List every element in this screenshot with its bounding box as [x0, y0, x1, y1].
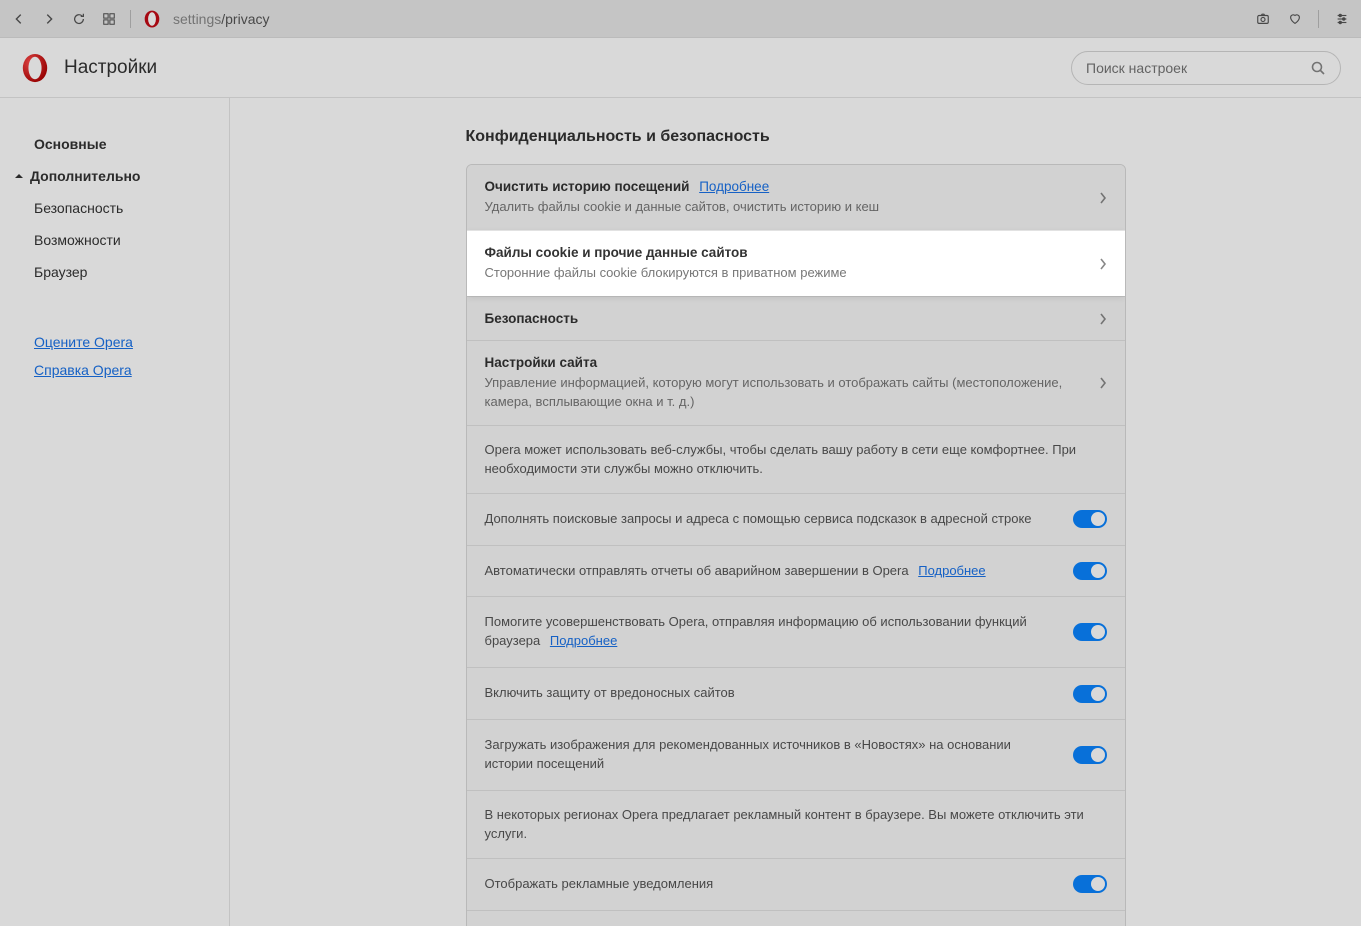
row-security[interactable]: Безопасность: [467, 296, 1125, 340]
row-cookies-title: Файлы cookie и прочие данные сайтов: [485, 245, 1087, 260]
search-icon: [1310, 60, 1326, 76]
link-crash-more[interactable]: Подробнее: [918, 563, 985, 578]
toggle-crash-reports[interactable]: [1073, 562, 1107, 580]
row-autocomplete: Дополнять поисковые запросы и адреса с п…: [467, 493, 1125, 545]
forward-button[interactable]: [40, 10, 58, 28]
heart-icon[interactable]: [1286, 10, 1304, 28]
row-clear-history[interactable]: Очистить историю посещений Подробнее Уда…: [467, 165, 1125, 230]
row-cookies[interactable]: Файлы cookie и прочие данные сайтов Стор…: [467, 230, 1125, 296]
privacy-card-group: Очистить историю посещений Подробнее Уда…: [466, 164, 1126, 926]
sidebar-help-link[interactable]: Справка Opera: [30, 356, 132, 384]
row-crash-reports: Автоматически отправлять отчеты об авари…: [467, 545, 1125, 597]
toggle-ad-notifications[interactable]: [1073, 875, 1107, 893]
row-news-images: Загружать изображения для рекомендованны…: [467, 719, 1125, 790]
reload-button[interactable]: [70, 10, 88, 28]
sidebar-item-advanced-label: Дополнительно: [30, 168, 140, 184]
row-marketing: Получать рекламный контент на Speed Dial…: [467, 910, 1125, 926]
page-title: Настройки: [64, 57, 157, 79]
toggle-autocomplete[interactable]: [1073, 510, 1107, 528]
chevron-right-icon: [1099, 191, 1107, 205]
section-title: Конфиденциальность и безопасность: [466, 128, 1126, 146]
sidebar-item-browser[interactable]: Браузер: [30, 256, 209, 288]
row-news-label: Загружать изображения для рекомендованны…: [485, 736, 1057, 774]
divider: [130, 10, 131, 28]
row-security-title: Безопасность: [485, 311, 1087, 326]
row-malware: Включить защиту от вредоносных сайтов: [467, 667, 1125, 719]
toggle-improve[interactable]: [1073, 623, 1107, 641]
settings-main: Конфиденциальность и безопасность Очисти…: [230, 98, 1361, 926]
browser-chrome-bar: settings/privacy: [0, 0, 1361, 38]
row-autocomplete-label: Дополнять поисковые запросы и адреса с п…: [485, 510, 1057, 529]
row-site-settings[interactable]: Настройки сайта Управление информацией, …: [467, 340, 1125, 424]
opera-logo-icon: [20, 53, 50, 83]
row-clear-history-sub: Удалить файлы cookie и данные сайтов, оч…: [485, 198, 1087, 216]
tabs-button[interactable]: [100, 10, 118, 28]
site-icon: [143, 10, 161, 28]
sidebar-item-advanced[interactable]: Дополнительно: [14, 160, 209, 192]
search-input[interactable]: [1086, 60, 1310, 76]
row-webservices-info: Opera может использовать веб-службы, что…: [467, 425, 1125, 493]
sidebar-rate-link[interactable]: Оцените Opera: [30, 328, 133, 356]
settings-search[interactable]: [1071, 51, 1341, 85]
chevron-right-icon: [1099, 312, 1107, 326]
divider: [1318, 10, 1319, 28]
snapshot-icon[interactable]: [1254, 10, 1272, 28]
link-clear-more[interactable]: Подробнее: [699, 179, 769, 194]
toggle-malware[interactable]: [1073, 685, 1107, 703]
row-site-title: Настройки сайта: [485, 355, 1087, 370]
address-bar[interactable]: settings/privacy: [173, 11, 269, 27]
easy-setup-icon[interactable]: [1333, 10, 1351, 28]
sidebar-item-basic[interactable]: Основные: [30, 128, 209, 160]
row-cookies-sub: Сторонние файлы cookie блокируются в при…: [485, 264, 1087, 282]
row-clear-history-title: Очистить историю посещений: [485, 179, 690, 194]
row-ad-notifications: Отображать рекламные уведомления: [467, 858, 1125, 910]
url-path: /privacy: [221, 11, 269, 27]
sidebar-item-features[interactable]: Возможности: [30, 224, 209, 256]
row-ad-notifications-label: Отображать рекламные уведомления: [485, 875, 1057, 894]
url-host: settings: [173, 11, 221, 27]
sidebar-item-security[interactable]: Безопасность: [30, 192, 209, 224]
settings-header: Настройки: [0, 38, 1361, 98]
settings-page: Настройки Основные Дополнительно Безопас…: [0, 38, 1361, 926]
row-malware-label: Включить защиту от вредоносных сайтов: [485, 684, 1057, 703]
settings-sidebar: Основные Дополнительно Безопасность Возм…: [0, 98, 230, 926]
link-improve-more[interactable]: Подробнее: [550, 633, 617, 648]
toggle-news-images[interactable]: [1073, 746, 1107, 764]
chevron-up-icon: [14, 171, 24, 181]
row-improve: Помогите усовершенствовать Opera, отправ…: [467, 596, 1125, 667]
chevron-right-icon: [1099, 376, 1107, 390]
row-site-sub: Управление информацией, которую могут ис…: [485, 374, 1087, 410]
chevron-right-icon: [1099, 257, 1107, 271]
row-ads-info: В некоторых регионах Opera предлагает ре…: [467, 790, 1125, 858]
back-button[interactable]: [10, 10, 28, 28]
row-crash-label: Автоматически отправлять отчеты об авари…: [485, 563, 909, 578]
